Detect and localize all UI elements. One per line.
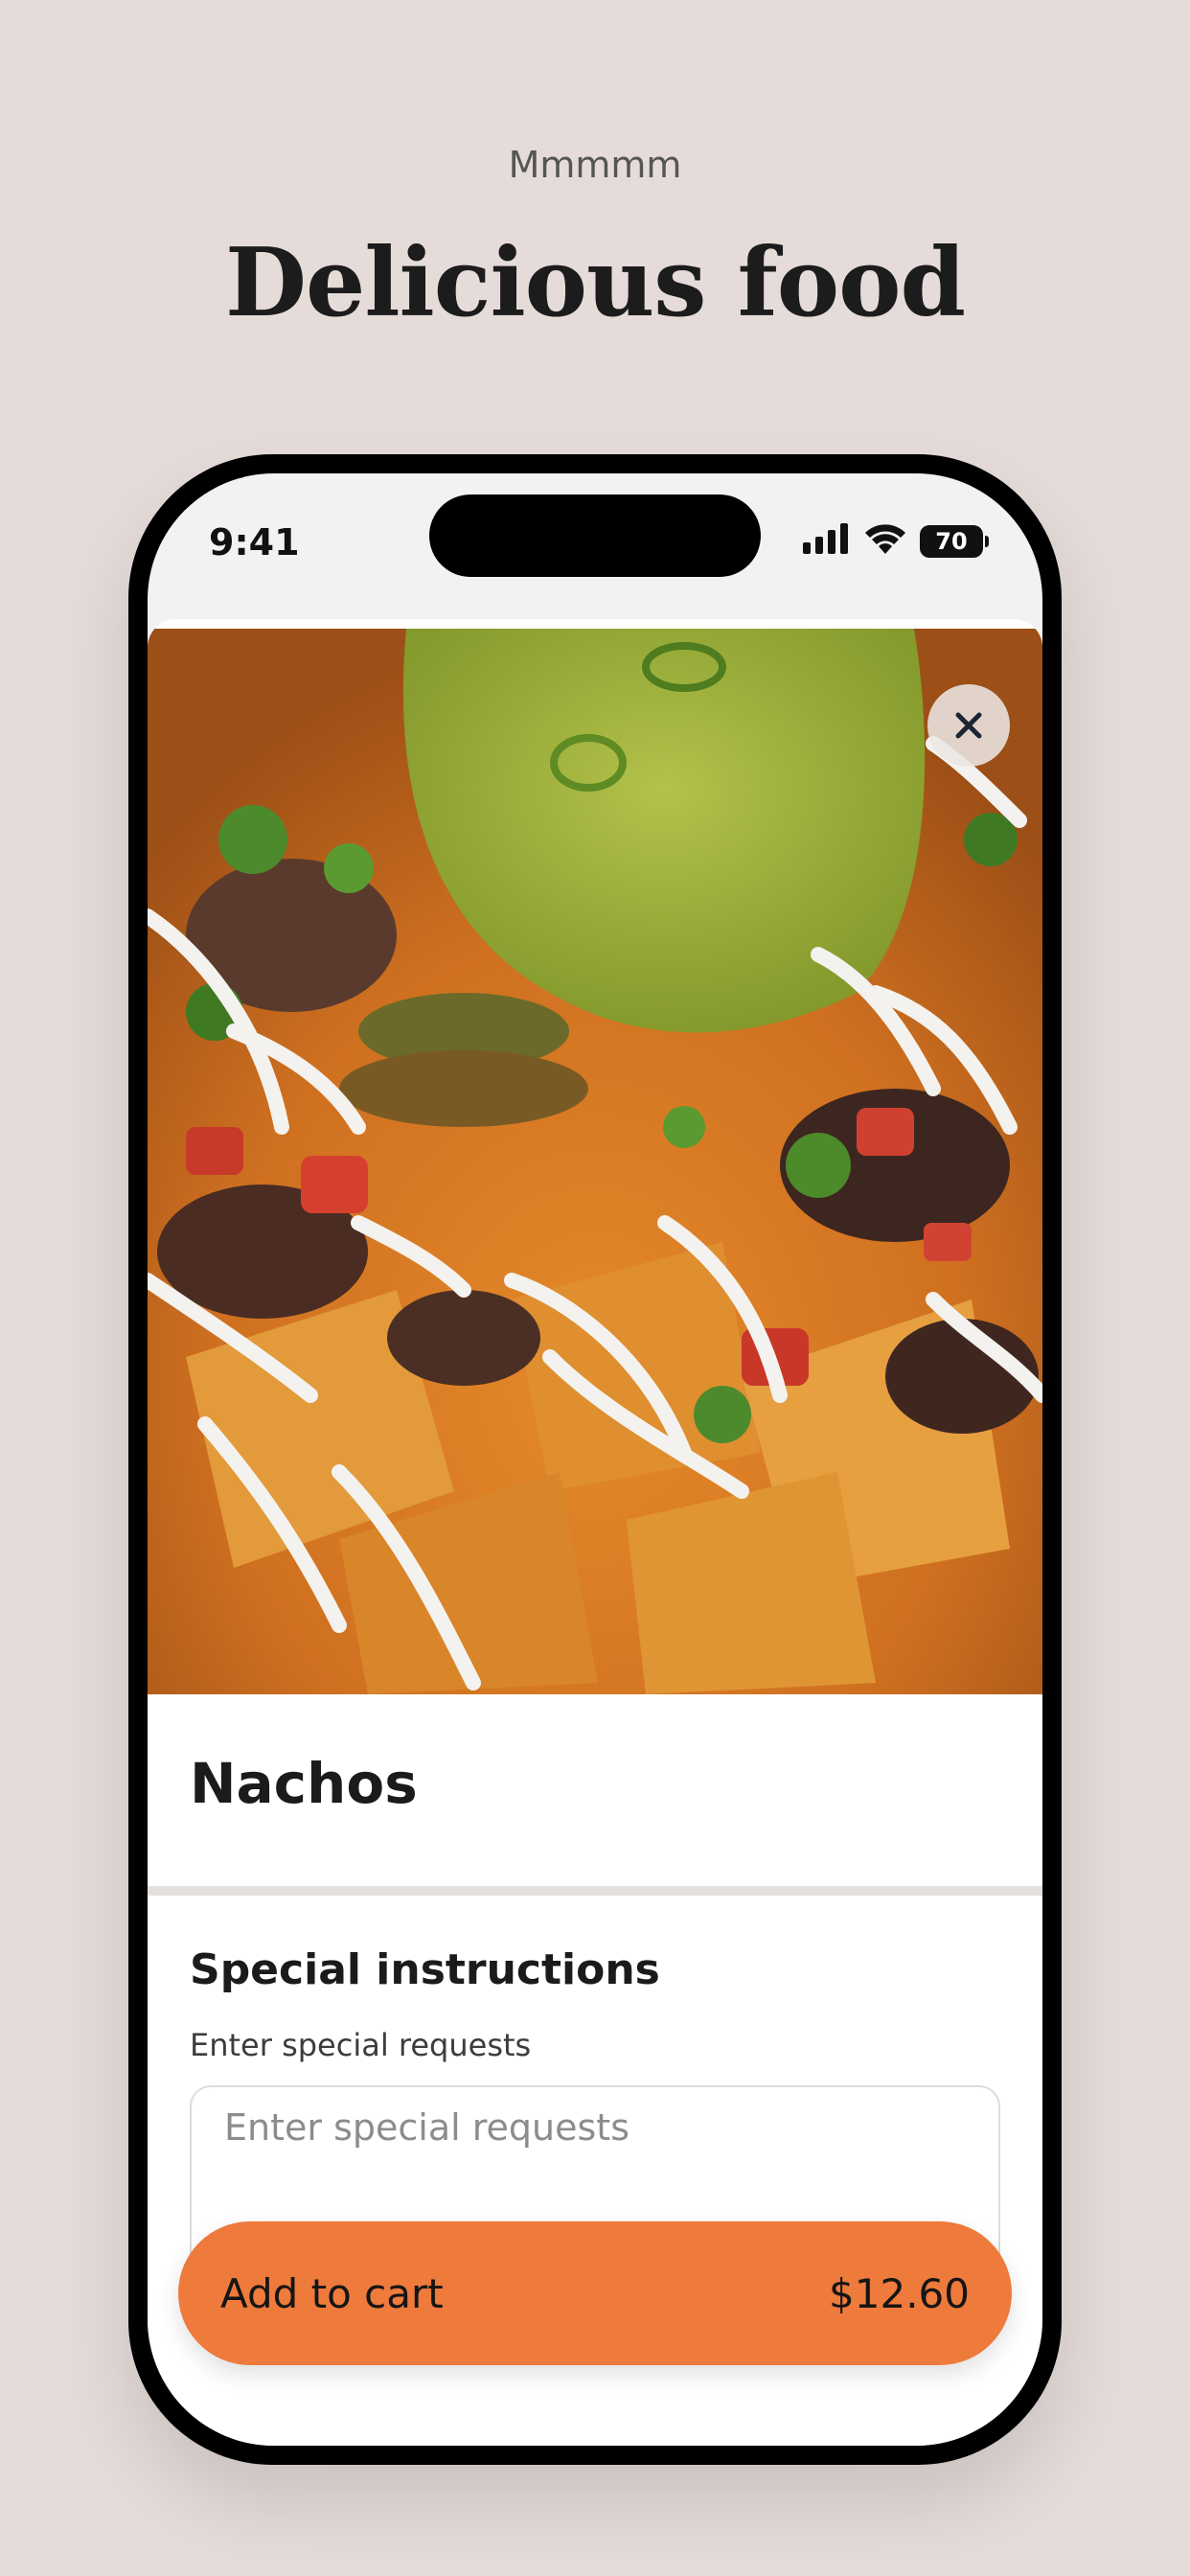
section-divider (148, 1886, 1042, 1896)
battery-level: 70 (935, 527, 968, 555)
status-icons: 70 (803, 523, 989, 559)
eyebrow-text: Mmmmm (508, 144, 682, 186)
close-button[interactable] (927, 684, 1010, 767)
cart-price: $12.60 (829, 2269, 970, 2317)
phone-screen: 9:41 70 Nachos Special instructions Ente… (148, 473, 1042, 2446)
close-icon (952, 709, 985, 742)
special-instructions-subtitle: Enter special requests (190, 2027, 532, 2063)
signal-icon (803, 523, 851, 559)
battery-icon: 70 (920, 524, 989, 558)
special-instructions-title: Special instructions (190, 1945, 660, 1994)
status-time: 9:41 (209, 521, 300, 564)
wifi-icon (864, 523, 906, 559)
phone-frame: 9:41 70 Nachos Special instructions Ente… (128, 454, 1062, 2465)
dynamic-island (429, 494, 761, 577)
add-to-cart-button[interactable]: Add to cart $12.60 (178, 2221, 1012, 2365)
item-name: Nachos (190, 1751, 418, 1816)
item-photo (148, 629, 1042, 1694)
headline: Delicious food (224, 228, 966, 338)
add-to-cart-label: Add to cart (220, 2269, 444, 2317)
item-sheet: Nachos Special instructions Enter specia… (148, 619, 1042, 2446)
